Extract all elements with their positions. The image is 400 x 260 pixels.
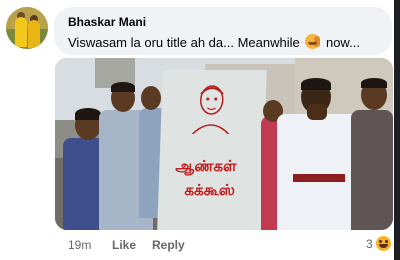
image-person-hair [75, 108, 101, 120]
avatar[interactable] [6, 7, 48, 49]
image-person [351, 110, 393, 230]
sign-text: கக்கூஸ் [184, 182, 236, 199]
haha-reaction-icon [375, 236, 391, 251]
image-person [277, 114, 359, 230]
comment-text-part: Viswasam la oru title ah da... Meanwhile [68, 35, 300, 50]
image-person-hair [111, 82, 135, 92]
comment-timestamp[interactable]: 19m [68, 238, 112, 254]
reaction-summary[interactable]: 3 [366, 236, 391, 251]
avatar-figure [28, 20, 40, 48]
image-person-hair [361, 78, 387, 88]
reaction-count: 3 [366, 236, 373, 251]
image-person-head [141, 86, 161, 110]
image-sign-stone: ஆண்கள் கக்கூஸ் [157, 70, 267, 230]
image-person-belt [293, 174, 345, 182]
portrait-sketch-icon [192, 85, 230, 134]
comment-actions: 19m Like Reply [68, 238, 192, 254]
face-with-hand-over-mouth-emoji [305, 34, 321, 49]
comment-bubble: Bhaskar Mani Viswasam la oru title ah da… [54, 7, 392, 55]
comment-author[interactable]: Bhaskar Mani [68, 15, 146, 29]
image-person-hands [307, 104, 327, 120]
window-edge [394, 0, 400, 260]
reply-button[interactable]: Reply [152, 238, 192, 254]
image-person-hair [301, 78, 331, 90]
comment-image[interactable]: ஆண்கள் கக்கூஸ் [55, 58, 393, 230]
comment-text-part: now... [325, 35, 360, 50]
avatar-figure [15, 17, 27, 47]
sign-text: ஆண்கள் [175, 158, 237, 175]
like-button[interactable]: Like [112, 238, 152, 254]
avatar-background [6, 7, 48, 29]
comment-text: Viswasam la oru title ah da... Meanwhile… [68, 34, 360, 50]
